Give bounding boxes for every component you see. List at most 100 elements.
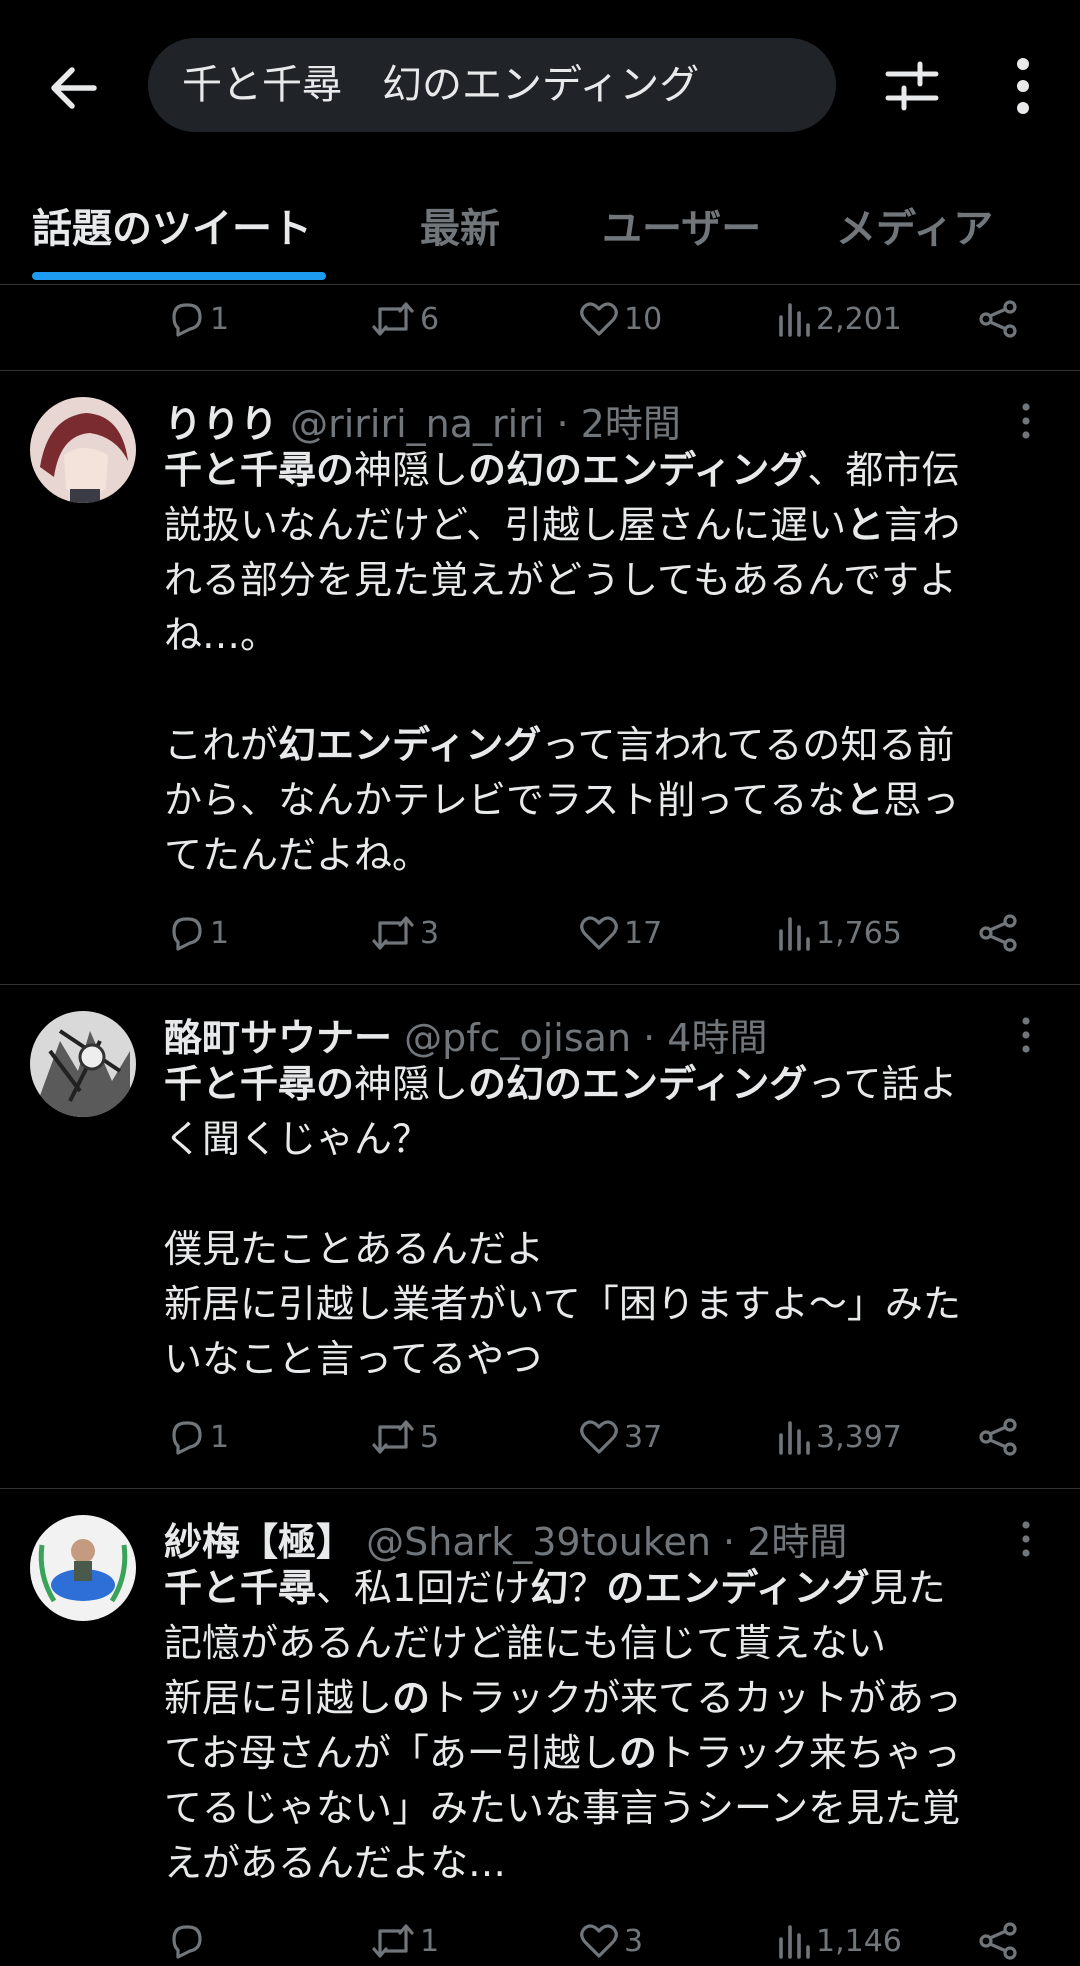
tweet-text-line: く聞くじゃん？ <box>164 1117 431 1161</box>
tweet-text-line: 新居に引越しのトラックが来てるカットがあっ <box>164 1676 963 1720</box>
tweet-text: 千と千尋の神隠しの幻のエンディングって話よ く聞くじゃん？ 僕見たことあるんだよ新居… <box>164 1057 1054 1387</box>
tweet-text-line: てるじゃない」みたいな事言うシーンを見た覚 <box>164 1786 961 1830</box>
search-query: 千と千尋 幻のエンディング <box>182 62 700 108</box>
like-heart-icon <box>578 913 620 953</box>
display-name[interactable]: 紗梅【極】 <box>164 1520 354 1564</box>
like-count: 17 <box>624 915 663 951</box>
retweet-count: 3 <box>420 915 440 951</box>
tab-latest[interactable]: 最新 <box>420 196 500 254</box>
tweet-text-line: 説扱いなんだけど、引越し屋さんに遅いと言わ <box>164 503 961 547</box>
views-chart-icon <box>776 299 812 339</box>
views-chart-icon <box>776 1921 812 1961</box>
tweet-more-icon[interactable] <box>1014 401 1038 441</box>
tab-top-tweets[interactable]: 話題のツイート <box>32 196 312 254</box>
views-button[interactable]: 2,201 <box>776 294 902 344</box>
tweet-text-line: 記憶があるんだけど誰にも信じて貰えない <box>164 1621 887 1665</box>
view-count: 3,397 <box>816 1419 902 1455</box>
tweet-more-icon[interactable] <box>1014 1015 1038 1055</box>
like-heart-icon <box>578 299 620 339</box>
retweet-button[interactable]: 6 <box>370 294 439 344</box>
user-handle[interactable]: @pfc_ojisan <box>404 1016 631 1060</box>
tweet-more-icon[interactable] <box>1014 1519 1038 1559</box>
like-heart-icon <box>578 1417 620 1457</box>
reply-button[interactable]: 1 <box>166 1412 229 1462</box>
tweet-text-line: 千と千尋の神隠しの幻のエンディング、都市伝 <box>164 448 960 492</box>
timestamp: 2時間 <box>747 1520 848 1564</box>
like-button[interactable]: 37 <box>578 1412 662 1462</box>
reply-icon <box>166 913 206 953</box>
view-count: 1,765 <box>816 915 902 951</box>
reply-button[interactable]: 1 <box>166 294 229 344</box>
user-handle[interactable]: @ririri_na_riri <box>290 402 544 446</box>
avatar[interactable] <box>30 397 136 503</box>
tab-users[interactable]: ユーザー <box>602 196 761 254</box>
share-button[interactable] <box>978 908 1018 958</box>
avatar[interactable] <box>30 1011 136 1117</box>
display-name[interactable]: りりり <box>164 402 278 446</box>
retweet-button[interactable]: 1 <box>370 1916 439 1966</box>
view-count: 1,146 <box>816 1923 902 1959</box>
back-arrow-icon[interactable] <box>44 58 104 118</box>
avatar[interactable] <box>30 1515 136 1621</box>
tweet-actions: 1 3 1,146 <box>166 1916 1036 1966</box>
tweet-text-line: れる部分を見た覚えがどうしてもあるんですよ <box>164 558 958 602</box>
share-button[interactable] <box>978 1916 1018 1966</box>
tweet-header: 酪町サウナー @pfc_ojisan · 4時間 <box>164 1016 768 1060</box>
views-chart-icon <box>776 913 812 953</box>
search-input[interactable]: 千と千尋 幻のエンディング <box>148 38 836 132</box>
tweet-text-line: 千と千尋の神隠しの幻のエンディングって話よ <box>164 1062 958 1106</box>
views-button[interactable]: 1,146 <box>776 1916 902 1966</box>
tweet-text-line: 新居に引越し業者がいて「困りますよ〜」みた <box>164 1282 961 1326</box>
top-bar: 千と千尋 幻のエンディング <box>0 0 1080 170</box>
view-count: 2,201 <box>816 301 902 337</box>
retweet-count: 5 <box>420 1419 440 1455</box>
like-button[interactable]: 3 <box>578 1916 643 1966</box>
retweet-button[interactable]: 5 <box>370 1412 439 1462</box>
like-heart-icon <box>578 1921 620 1961</box>
tweet-text-line: いなこと言ってるやつ <box>164 1337 543 1381</box>
tweet-text-line: えがあるんだよな… <box>164 1841 507 1885</box>
retweet-icon <box>370 1921 416 1961</box>
tab-media[interactable]: メディア <box>836 196 993 254</box>
reply-icon <box>166 1417 206 1457</box>
reply-button[interactable]: 1 <box>166 908 229 958</box>
search-tabs: 話題のツイート 最新 ユーザー メディア <box>0 170 1080 285</box>
reply-count: 1 <box>210 915 230 951</box>
tweet-text-line: 僕見たことあるんだよ <box>164 1227 545 1271</box>
tweet-text-line <box>164 1167 1054 1222</box>
share-icon <box>978 1417 1018 1457</box>
tweet-text-line <box>164 663 1054 718</box>
filter-sliders-icon[interactable] <box>884 58 940 114</box>
retweet-icon <box>370 1417 416 1457</box>
share-button[interactable] <box>978 1412 1018 1462</box>
views-button[interactable]: 1,765 <box>776 908 902 958</box>
reply-count: 1 <box>210 1419 230 1455</box>
like-count: 37 <box>624 1419 663 1455</box>
like-count: 3 <box>624 1923 644 1959</box>
retweet-icon <box>370 913 416 953</box>
tweet-text: 千と千尋の神隠しの幻のエンディング、都市伝 説扱いなんだけど、引越し屋さんに遅いと… <box>164 443 1054 883</box>
display-name[interactable]: 酪町サウナー <box>164 1016 392 1060</box>
tweet-actions: 1 6 10 2,201 <box>166 294 1036 344</box>
like-button[interactable]: 10 <box>578 294 662 344</box>
user-handle[interactable]: @Shark_39touken <box>366 1520 711 1564</box>
views-chart-icon <box>776 1417 812 1457</box>
tweet-text-line: 千と千尋、私1回だけ幻？のエンディング見た <box>164 1566 946 1610</box>
retweet-count: 6 <box>420 301 440 337</box>
retweet-button[interactable]: 3 <box>370 908 439 958</box>
tweet-actions: 1 3 17 1,765 <box>166 908 1036 958</box>
tweet-header: 紗梅【極】 @Shark_39touken · 2時間 <box>164 1520 848 1564</box>
more-options-icon[interactable] <box>1006 56 1040 116</box>
tweet-actions: 1 5 37 3,397 <box>166 1412 1036 1462</box>
retweet-count: 1 <box>420 1923 440 1959</box>
share-button[interactable] <box>978 294 1018 344</box>
active-tab-indicator <box>32 272 326 280</box>
reply-button[interactable] <box>166 1916 206 1966</box>
views-button[interactable]: 3,397 <box>776 1412 902 1462</box>
reply-icon <box>166 299 206 339</box>
retweet-icon <box>370 299 416 339</box>
tweet-header: りりり @ririri_na_riri · 2時間 <box>164 402 681 446</box>
like-button[interactable]: 17 <box>578 908 662 958</box>
reply-icon <box>166 1921 206 1961</box>
tweet-divider <box>0 370 1080 371</box>
